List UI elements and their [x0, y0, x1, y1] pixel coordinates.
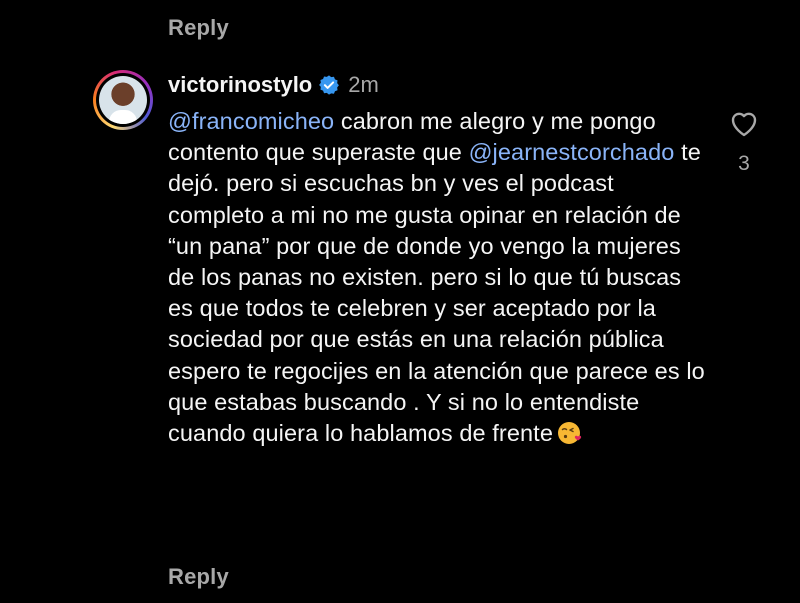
mention-link[interactable]: @jearnestcorchado: [469, 139, 675, 165]
previous-comment-reply-button[interactable]: Reply: [168, 15, 229, 41]
avatar[interactable]: [93, 70, 153, 130]
previous-comment-fragment: [175, 0, 335, 4]
verified-badge-icon: [319, 75, 340, 95]
username[interactable]: victorinostylo: [168, 72, 312, 98]
comment-timestamp: 2m: [348, 72, 379, 97]
like-count: 3: [738, 152, 750, 175]
face-blowing-a-kiss-icon: [558, 422, 582, 445]
reply-button[interactable]: Reply: [168, 564, 229, 590]
profile-photo: [99, 76, 147, 124]
comment-header: victorinostylo 2m: [168, 70, 379, 100]
comment-text-part: te dejó. pero si escuchas bn y ves el po…: [168, 139, 705, 447]
mention-link[interactable]: @francomicheo: [168, 108, 334, 134]
comment-text: @francomicheo cabron me alegro y me pong…: [168, 106, 708, 449]
heart-outline-icon[interactable]: [727, 106, 761, 140]
avatar-ring-gap: [96, 73, 150, 127]
